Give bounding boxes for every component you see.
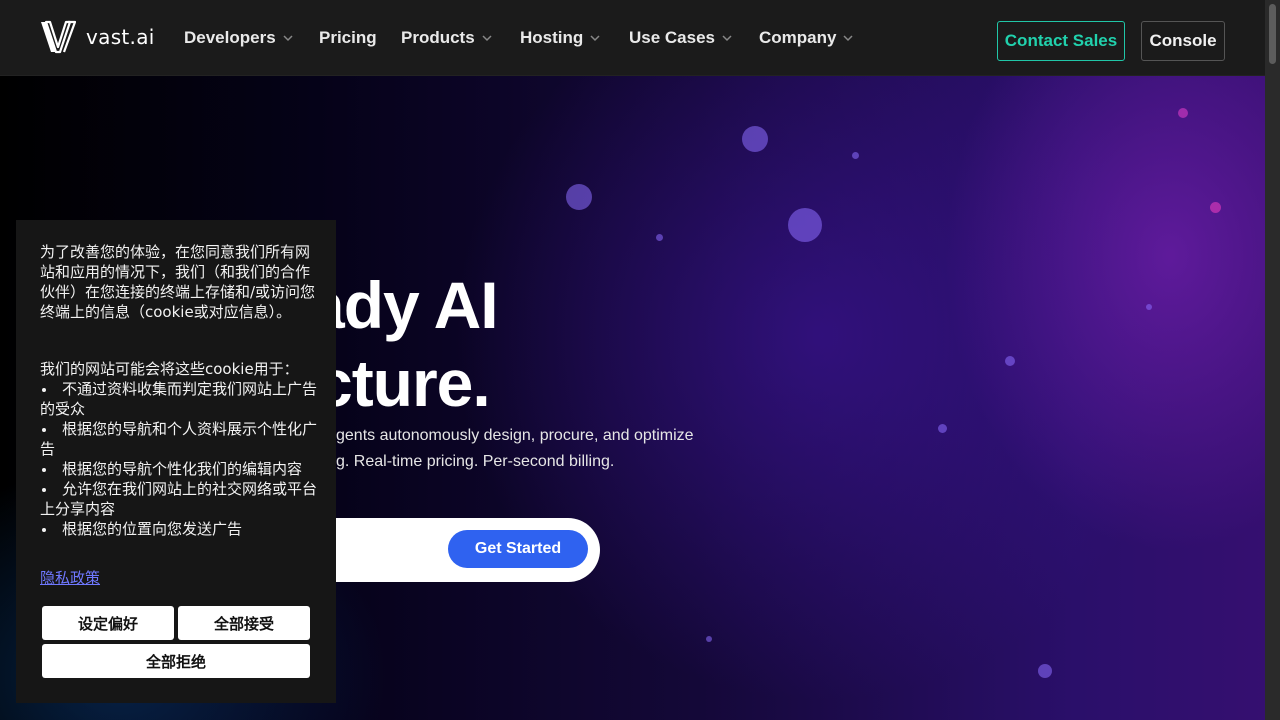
logo-text: vast.ai (86, 25, 155, 49)
cookie-consent-panel: 为了改善您的体验，在您同意我们所有网站和应用的情况下，我们（和我们的合作伙伴）在… (16, 220, 336, 703)
background-particle (566, 184, 592, 210)
list-item: 根据您的位置向您发送广告 (40, 519, 318, 539)
chevron-down-icon (722, 35, 732, 42)
chevron-down-icon (590, 35, 600, 42)
nav-label: Pricing (319, 28, 377, 47)
nav-label: Company (759, 28, 837, 47)
console-button[interactable]: Console (1141, 21, 1225, 61)
chevron-down-icon (843, 35, 853, 42)
cookie-intro: 为了改善您的体验，在您同意我们所有网站和应用的情况下，我们（和我们的合作伙伴）在… (40, 243, 316, 321)
background-particle (938, 424, 947, 433)
reject-all-button[interactable]: 全部拒绝 (42, 644, 310, 678)
background-particle (1210, 202, 1221, 213)
chevron-down-icon (482, 35, 492, 42)
scrollbar-track[interactable] (1265, 0, 1280, 720)
background-particle (1005, 356, 1015, 366)
logo[interactable]: vast.ai (40, 20, 155, 54)
list-item: 根据您的导航和个人资料展示个性化广告 (40, 420, 318, 458)
nav-hosting[interactable]: Hosting (520, 28, 601, 48)
cookie-uses-list: 不通过资料收集而判定我们网站上广告的受众 根据您的导航和个人资料展示个性化广告 … (40, 379, 318, 539)
background-particle (742, 126, 768, 152)
nav-use-cases[interactable]: Use Cases (629, 28, 733, 48)
nav-label: Developers (184, 28, 276, 47)
get-started-button[interactable]: Get Started (448, 530, 588, 568)
nav-label: Use Cases (629, 28, 716, 47)
background-particle (788, 208, 822, 242)
nav-developers[interactable]: Developers (184, 28, 294, 48)
background-particle (852, 152, 859, 159)
privacy-policy-link[interactable]: 隐私政策 (40, 567, 100, 588)
background-particle (1146, 304, 1152, 310)
nav-pricing[interactable]: Pricing (319, 28, 377, 48)
background-particle (1038, 664, 1052, 678)
cookie-uses-heading: 我们的网站可能会将这些cookie用于： (40, 360, 299, 378)
nav-label: Products (401, 28, 475, 47)
chevron-down-icon (283, 35, 293, 42)
background-particle (1178, 108, 1188, 118)
set-preferences-button[interactable]: 设定偏好 (42, 606, 174, 640)
nav-products[interactable]: Products (401, 28, 493, 48)
nav-label: Hosting (520, 28, 584, 47)
background-particle (706, 636, 712, 642)
list-item: 允许您在我们网站上的社交网络或平台上分享内容 (40, 480, 318, 518)
vast-logo-icon (41, 20, 76, 54)
list-item: 不通过资料收集而判定我们网站上广告的受众 (40, 380, 318, 418)
cookie-uses: 我们的网站可能会将这些cookie用于： 不通过资料收集而判定我们网站上广告的受… (40, 359, 318, 539)
site-header: vast.ai Developers Pricing Products Host… (0, 0, 1265, 76)
accept-all-button[interactable]: 全部接受 (178, 606, 310, 640)
contact-sales-button[interactable]: Contact Sales (997, 21, 1125, 61)
list-item: 根据您的导航个性化我们的编辑内容 (40, 459, 318, 479)
nav-company[interactable]: Company (759, 28, 854, 48)
background-particle (656, 234, 663, 241)
scrollbar-thumb[interactable] (1269, 4, 1276, 64)
